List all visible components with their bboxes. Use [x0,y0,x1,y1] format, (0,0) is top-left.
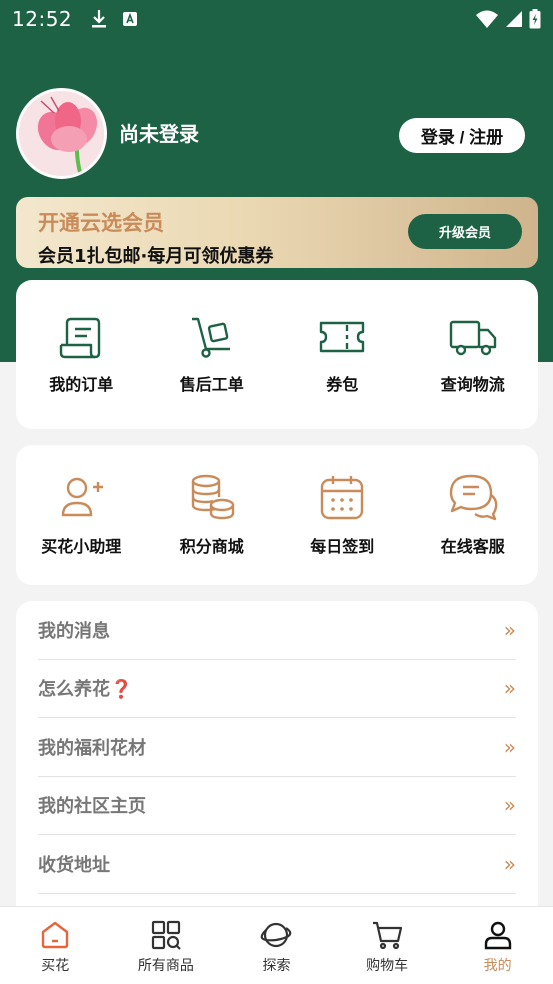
logistics-label: 查询物流 [440,374,505,394]
after-sales-label: 售后工单 [179,374,244,394]
chevron-right-icon: » [503,851,516,876]
upgrade-vip-button[interactable]: 升级会员 [408,214,522,249]
points-mall-button[interactable]: 积分商城 [147,445,278,585]
menu-item-label: 收货地址 [38,854,110,876]
menu-item-label: 我的福利花材 [38,737,146,759]
menu-item-community[interactable]: 我的社区主页 » [38,777,516,835]
tab-explore[interactable]: 探索 [221,907,332,984]
vip-banner[interactable]: 开通云选会员 会员1扎包邮·每月可领优惠券 升级会员 [16,197,538,268]
truck-icon [449,320,496,355]
assistant-label: 买花小助理 [41,537,122,556]
after-sales-icon [191,317,230,358]
chevron-right-icon: » [503,734,516,759]
download-icon [92,10,107,28]
track-logistics-button[interactable]: 查询物流 [408,280,539,429]
tab-label: 探索 [262,958,291,974]
flower-assistant-button[interactable]: 买花小助理 [16,445,147,585]
chat-icon [449,474,498,521]
menu-item-label: 我的社区主页 [38,796,146,818]
planet-icon [261,922,292,948]
coins-icon [191,474,234,520]
wifi-icon [476,10,498,28]
add-user-icon [62,477,104,517]
daily-checkin-button[interactable]: 每日签到 [277,445,408,585]
coupon-label: 券包 [326,374,359,394]
tab-cart[interactable]: 购物车 [332,907,443,984]
user-icon [484,921,511,950]
menu-item-address[interactable]: 收货地址 » [38,835,516,894]
order-icon [60,317,101,358]
checkin-label: 每日签到 [310,537,375,556]
vip-title: 开通云选会员 [38,211,164,235]
signal-icon [506,11,522,27]
chevron-right-icon: » [503,617,516,642]
tab-label: 买花 [41,958,70,974]
status-bar: 12:52 [0,0,553,38]
calendar-icon [321,476,364,520]
my-orders-button[interactable]: 我的订单 [16,280,147,429]
services-card: 买花小助理 积分商城 每日签到 在线客服 [16,445,538,585]
notification-a-icon [123,12,138,26]
tab-label: 我的 [483,958,512,974]
flower-icon [19,91,104,176]
service-label: 在线客服 [440,537,505,556]
status-time: 12:52 [12,7,73,31]
tab-label: 购物车 [366,958,409,974]
grid-search-icon [151,920,181,950]
bottom-tab-bar: 买花 所有商品 探索 购物车 我的 [0,906,553,984]
menu-list: 我的消息 » 怎么养花❓ » 我的福利花材 » 我的社区主页 » 收货地址 » [16,601,538,941]
login-register-button[interactable]: 登录 / 注册 [399,118,525,153]
tab-all-products[interactable]: 所有商品 [111,907,222,984]
chevron-right-icon: » [503,676,516,701]
home-icon [42,921,69,949]
menu-item-messages[interactable]: 我的消息 » [38,601,516,660]
menu-item-flower-care[interactable]: 怎么养花❓ » [38,660,516,718]
battery-icon [529,9,541,29]
avatar[interactable] [16,88,107,179]
menu-item-label: 怎么养花❓ [38,679,133,701]
tab-buy-flowers[interactable]: 买花 [0,907,111,984]
username-label: 尚未登录 [119,122,199,146]
customer-service-button[interactable]: 在线客服 [408,445,539,585]
vip-subtitle: 会员1扎包邮·每月可领优惠券 [38,246,274,267]
orders-card: 我的订单 售后工单 券包 查询物流 [16,280,538,429]
menu-item-label: 我的消息 [38,620,110,642]
tab-label: 所有商品 [137,958,194,974]
menu-item-welfare-flowers[interactable]: 我的福利花材 » [38,718,516,777]
tab-mine[interactable]: 我的 [442,907,553,984]
order-label: 我的订单 [49,374,114,394]
coupon-button[interactable]: 券包 [277,280,408,429]
coupon-icon [320,321,365,352]
after-sales-button[interactable]: 售后工单 [147,280,278,429]
chevron-right-icon: » [503,793,516,818]
points-label: 积分商城 [179,537,244,556]
cart-icon [373,921,403,950]
